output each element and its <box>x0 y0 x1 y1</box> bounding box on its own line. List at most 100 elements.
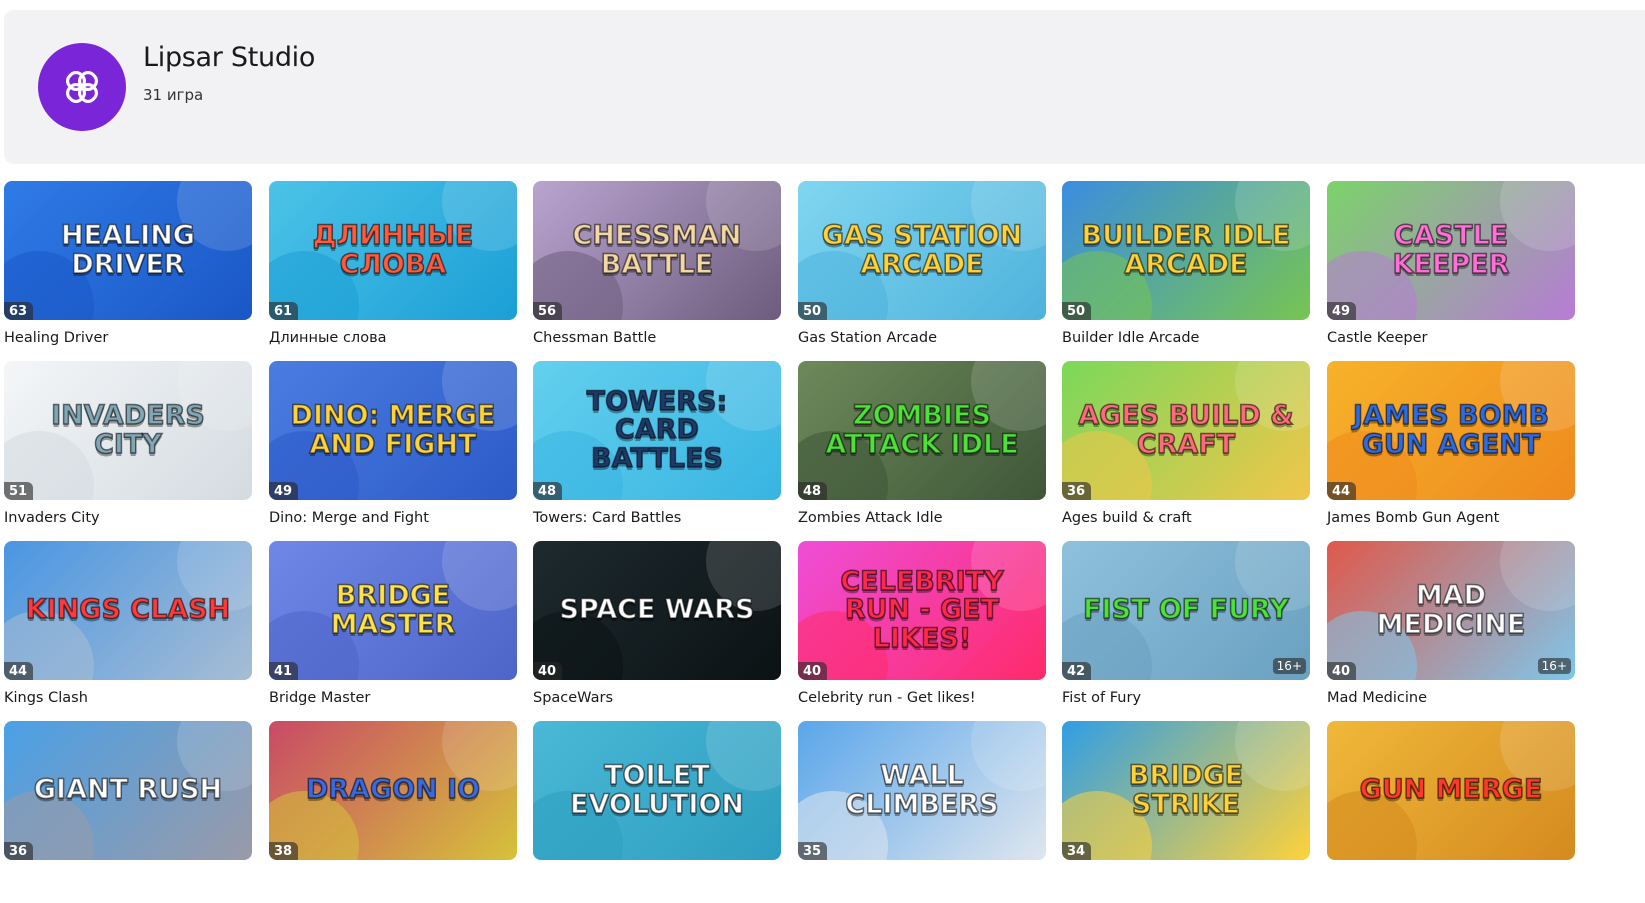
thumbnail-title-art: Builder Idle Arcade <box>1081 220 1291 280</box>
game-thumbnail[interactable]: Gas Station Arcade 50 <box>798 181 1046 320</box>
game-card[interactable]: Ages build & craft 36 Ages build & craft <box>1062 361 1310 529</box>
game-title[interactable]: Celebrity run - Get likes! <box>798 690 976 706</box>
game-card[interactable]: Invaders City 51 Invaders City <box>4 361 252 529</box>
game-thumbnail[interactable]: Giant Rush 36 <box>4 721 252 860</box>
game-thumbnail[interactable]: Gun Merge <box>1327 721 1575 860</box>
game-thumbnail[interactable]: Zombies Attack Idle 48 <box>798 361 1046 500</box>
thumbnail-title-art: Bridge Master <box>330 580 456 640</box>
rating-badge: 40 <box>798 662 828 680</box>
thumbnail-title-art: Kings Clash <box>25 594 231 626</box>
game-card[interactable]: Gas Station Arcade 50 Gas Station Arcade <box>798 181 1046 349</box>
game-title[interactable]: Mad Medicine <box>1327 690 1427 706</box>
game-card[interactable]: Castle Keeper 49 Castle Keeper <box>1327 181 1575 349</box>
game-thumbnail[interactable]: Toilet Evolution <box>533 721 781 860</box>
game-card[interactable]: Dino: Merge and Fight 49 Dino: Merge and F… <box>269 361 517 529</box>
game-title[interactable]: Gas Station Arcade <box>798 330 937 346</box>
game-card[interactable]: Chessman Battle 56 Chessman Battle <box>533 181 781 349</box>
game-thumbnail[interactable]: Healing Driver 63 <box>4 181 252 320</box>
knot-logo-icon <box>65 70 99 104</box>
game-thumbnail[interactable]: Bridge Strike 34 <box>1062 721 1310 860</box>
thumbnail-title-art: Dragon IO <box>305 774 481 806</box>
rating-badge: 44 <box>1327 482 1357 500</box>
game-thumbnail[interactable]: James Bomb Gun Agent 44 <box>1327 361 1575 500</box>
game-title[interactable]: Towers: Card Battles <box>533 510 681 526</box>
rating-badge: 48 <box>533 482 563 500</box>
thumbnail-title-art: Chessman Battle <box>572 220 742 280</box>
rating-badge: 35 <box>798 842 828 860</box>
game-thumbnail[interactable]: Длинные слова 61 <box>269 181 517 320</box>
game-thumbnail[interactable]: Towers: Card Battles 48 <box>533 361 781 500</box>
game-thumbnail[interactable]: Kings Clash 44 <box>4 541 252 680</box>
game-card[interactable]: Kings Clash 44 Kings Clash <box>4 541 252 709</box>
thumbnail-title-art: Wall Climbers <box>845 760 1000 820</box>
game-thumbnail[interactable]: Chessman Battle 56 <box>533 181 781 320</box>
game-thumbnail[interactable]: Space Wars 40 <box>533 541 781 680</box>
game-card[interactable]: Space Wars 40 SpaceWars <box>533 541 781 709</box>
game-thumbnail[interactable]: Dino: Merge and Fight 49 <box>269 361 517 500</box>
game-title[interactable]: Invaders City <box>4 510 100 526</box>
rating-badge: 48 <box>798 482 828 500</box>
game-title[interactable]: Zombies Attack Idle <box>798 510 943 526</box>
game-card[interactable]: Celebrity Run - Get likes! 40 Celebrity ru… <box>798 541 1046 709</box>
rating-badge: 51 <box>4 482 34 500</box>
game-title[interactable]: Castle Keeper <box>1327 330 1428 346</box>
game-card[interactable]: Giant Rush 36 <box>4 721 252 889</box>
game-card[interactable]: Bridge Strike 34 <box>1062 721 1310 889</box>
game-title[interactable]: Chessman Battle <box>533 330 656 346</box>
game-thumbnail[interactable]: Castle Keeper 49 <box>1327 181 1575 320</box>
game-card[interactable]: Bridge Master 41 Bridge Master <box>269 541 517 709</box>
thumbnail-title-art: Toilet Evolution <box>569 760 745 820</box>
game-title[interactable]: Fist of Fury <box>1062 690 1141 706</box>
game-title[interactable]: Ages build & craft <box>1062 510 1192 526</box>
thumbnail-title-art: Ages build & craft <box>1078 400 1295 460</box>
game-card[interactable]: Towers: Card Battles 48 Towers: Card Battl… <box>533 361 781 529</box>
game-title[interactable]: Healing Driver <box>4 330 108 346</box>
game-title[interactable]: James Bomb Gun Agent <box>1327 510 1499 526</box>
developer-header: Lipsar Studio 31 игра <box>4 10 1645 164</box>
thumbnail-title-art: Giant Rush <box>33 774 223 806</box>
developer-name: Lipsar Studio <box>143 42 316 73</box>
game-thumbnail[interactable]: Ages build & craft 36 <box>1062 361 1310 500</box>
game-card[interactable]: Wall Climbers 35 <box>798 721 1046 889</box>
game-title[interactable]: Builder Idle Arcade <box>1062 330 1199 346</box>
game-card[interactable]: Mad Medicine 40 16+ Mad Medicine <box>1327 541 1575 709</box>
thumbnail-title-art: Длинные слова <box>312 220 474 280</box>
game-thumbnail[interactable]: Dragon IO 38 <box>269 721 517 860</box>
game-title[interactable]: Kings Clash <box>4 690 88 706</box>
rating-badge: 50 <box>1062 302 1092 320</box>
game-card[interactable]: Длинные слова 61 Длинные слова <box>269 181 517 349</box>
thumbnail-title-art: Bridge Strike <box>1128 760 1244 820</box>
thumbnail-title-art: Gun Merge <box>1359 774 1543 806</box>
thumbnail-title-art: Celebrity Run - Get likes! <box>840 565 1005 654</box>
game-card[interactable]: Fist of Fury 42 16+ Fist of Fury <box>1062 541 1310 709</box>
thumbnail-title-art: Healing Driver <box>60 220 195 280</box>
game-title[interactable]: Dino: Merge and Fight <box>269 510 429 526</box>
game-title[interactable]: Длинные слова <box>269 330 387 346</box>
game-thumbnail[interactable]: Bridge Master 41 <box>269 541 517 680</box>
game-card[interactable]: Toilet Evolution <box>533 721 781 889</box>
game-card[interactable]: Zombies Attack Idle 48 Zombies Attack Idle <box>798 361 1046 529</box>
game-thumbnail[interactable]: Mad Medicine 40 16+ <box>1327 541 1575 680</box>
game-card[interactable]: Gun Merge <box>1327 721 1575 889</box>
game-card[interactable]: Builder Idle Arcade 50 Builder Idle Arcade <box>1062 181 1310 349</box>
rating-badge: 49 <box>1327 302 1357 320</box>
age-rating-badge: 16+ <box>1272 658 1306 674</box>
game-card[interactable]: Healing Driver 63 Healing Driver <box>4 181 252 349</box>
game-title[interactable]: SpaceWars <box>533 690 613 706</box>
game-thumbnail[interactable]: Invaders City 51 <box>4 361 252 500</box>
game-card[interactable]: Dragon IO 38 <box>269 721 517 889</box>
game-title[interactable]: Bridge Master <box>269 690 370 706</box>
games-count: 31 игра <box>143 86 204 104</box>
rating-badge: 63 <box>4 302 34 320</box>
game-thumbnail[interactable]: Wall Climbers 35 <box>798 721 1046 860</box>
game-thumbnail[interactable]: Fist of Fury 42 16+ <box>1062 541 1310 680</box>
game-thumbnail[interactable]: Celebrity Run - Get likes! 40 <box>798 541 1046 680</box>
rating-badge: 36 <box>4 842 34 860</box>
developer-avatar[interactable] <box>38 43 126 131</box>
game-card[interactable]: James Bomb Gun Agent 44 James Bomb Gun Age… <box>1327 361 1575 529</box>
thumbnail-title-art: Space Wars <box>559 594 756 626</box>
game-thumbnail[interactable]: Builder Idle Arcade 50 <box>1062 181 1310 320</box>
rating-badge: 42 <box>1062 662 1092 680</box>
rating-badge: 34 <box>1062 842 1092 860</box>
rating-badge: 36 <box>1062 482 1092 500</box>
